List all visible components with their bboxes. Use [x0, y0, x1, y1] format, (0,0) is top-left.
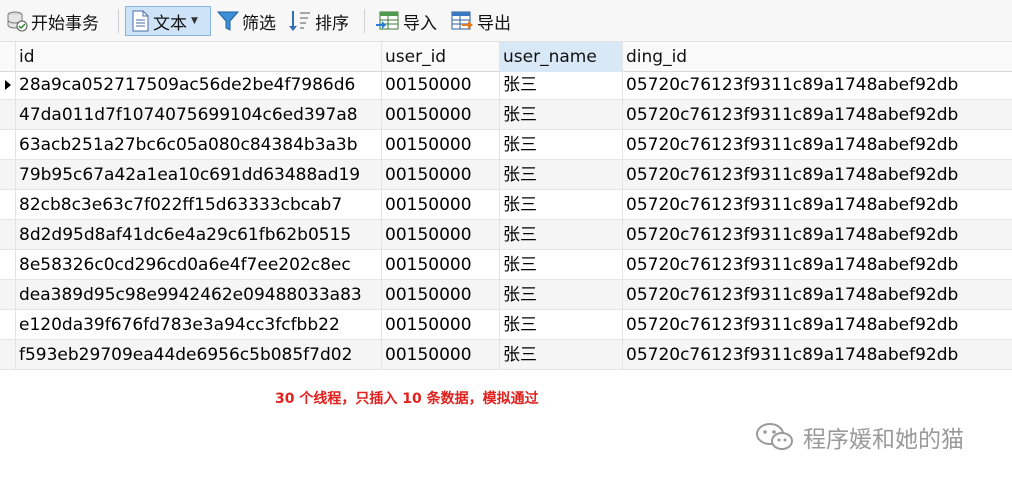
database-transaction-icon [7, 11, 28, 32]
filter-label: 筛选 [242, 13, 276, 34]
toolbar: 开始事务 文本 ▼ 筛选 排序 导入 导出 [0, 0, 1012, 42]
cell-ding-id[interactable]: 05720c76123f9311c89a1748abef92db [623, 190, 1012, 220]
export-button[interactable]: 导出 [446, 6, 515, 36]
chevron-down-icon[interactable]: ▼ [191, 16, 198, 26]
filter-funnel-icon [217, 11, 239, 31]
toolbar-divider [364, 9, 365, 33]
row-marker[interactable] [0, 70, 16, 100]
cell-user-id[interactable]: 00150000 [382, 70, 500, 100]
row-marker[interactable] [0, 340, 16, 370]
table-row[interactable]: 79b95c67a42a1ea10c691dd63488ad19 0015000… [0, 160, 1012, 190]
cell-id[interactable]: dea389d95c98e9942462e09488033a83 [16, 280, 382, 310]
begin-transaction-button[interactable]: 开始事务 [2, 6, 103, 36]
sort-label: 排序 [315, 13, 349, 34]
cell-id[interactable]: 63acb251a27bc6c05a080c84384b3a3b [16, 130, 382, 160]
filter-button[interactable]: 筛选 [213, 6, 280, 36]
cell-ding-id[interactable]: 05720c76123f9311c89a1748abef92db [623, 340, 1012, 370]
cell-user-name[interactable]: 张三 [500, 340, 623, 370]
text-view-button[interactable]: 文本 ▼ [125, 6, 211, 36]
cell-user-name[interactable]: 张三 [500, 190, 623, 220]
toolbar-divider [118, 9, 119, 33]
cell-id[interactable]: e120da39f676fd783e3a94cc3fcfbb22 [16, 310, 382, 340]
row-marker[interactable] [0, 130, 16, 160]
row-marker[interactable] [0, 160, 16, 190]
cell-user-name[interactable]: 张三 [500, 70, 623, 100]
cell-ding-id[interactable]: 05720c76123f9311c89a1748abef92db [623, 160, 1012, 190]
cell-user-name[interactable]: 张三 [500, 220, 623, 250]
text-view-icon [132, 10, 149, 32]
import-button[interactable]: 导入 [372, 6, 441, 36]
cell-user-name[interactable]: 张三 [500, 280, 623, 310]
row-marker[interactable] [0, 310, 16, 340]
cell-user-id[interactable]: 00150000 [382, 190, 500, 220]
current-row-pointer-icon [5, 80, 11, 90]
cell-user-name[interactable]: 张三 [500, 250, 623, 280]
row-marker[interactable] [0, 250, 16, 280]
cell-user-name[interactable]: 张三 [500, 100, 623, 130]
column-header-user-id[interactable]: user_id [382, 42, 500, 72]
row-marker[interactable] [0, 220, 16, 250]
cell-user-name[interactable]: 张三 [500, 160, 623, 190]
cell-id[interactable]: f593eb29709ea44de6956c5b085f7d02 [16, 340, 382, 370]
table-row[interactable]: 82cb8c3e63c7f022ff15d63333cbcab7 0015000… [0, 190, 1012, 220]
cell-user-name[interactable]: 张三 [500, 130, 623, 160]
column-header-user-name[interactable]: user_name [500, 42, 623, 72]
export-label: 导出 [477, 13, 511, 34]
cell-ding-id[interactable]: 05720c76123f9311c89a1748abef92db [623, 70, 1012, 100]
import-table-icon [376, 11, 399, 30]
cell-id[interactable]: 28a9ca052717509ac56de2be4f7986d6 [16, 70, 382, 100]
column-header-ding-id[interactable]: ding_id [623, 42, 1012, 72]
sort-button[interactable]: 排序 [284, 6, 353, 36]
column-header-id[interactable]: id [16, 42, 382, 72]
cell-user-id[interactable]: 00150000 [382, 130, 500, 160]
row-marker[interactable] [0, 280, 16, 310]
table-row[interactable]: e120da39f676fd783e3a94cc3fcfbb22 0015000… [0, 310, 1012, 340]
cell-id[interactable]: 8d2d95d8af41dc6e4a29c61fb62b0515 [16, 220, 382, 250]
table-header-row: id user_id user_name ding_id [0, 42, 1012, 72]
cell-ding-id[interactable]: 05720c76123f9311c89a1748abef92db [623, 280, 1012, 310]
table-row[interactable]: 8e58326c0cd296cd0a6e4f7ee202c8ec 0015000… [0, 250, 1012, 280]
table-row[interactable]: 28a9ca052717509ac56de2be4f7986d6 0015000… [0, 70, 1012, 100]
import-label: 导入 [403, 13, 437, 34]
cell-user-id[interactable]: 00150000 [382, 220, 500, 250]
cell-user-id[interactable]: 00150000 [382, 160, 500, 190]
watermark: 程序媛和她的猫 [755, 420, 964, 454]
table-row[interactable]: 47da011d7f1074075699104c6ed397a8 0015000… [0, 100, 1012, 130]
table-row[interactable]: dea389d95c98e9942462e09488033a83 0015000… [0, 280, 1012, 310]
table-row[interactable]: 63acb251a27bc6c05a080c84384b3a3b 0015000… [0, 130, 1012, 160]
cell-id[interactable]: 8e58326c0cd296cd0a6e4f7ee202c8ec [16, 250, 382, 280]
table-row[interactable]: f593eb29709ea44de6956c5b085f7d02 0015000… [0, 340, 1012, 370]
begin-transaction-label: 开始事务 [31, 13, 99, 34]
cell-user-id[interactable]: 00150000 [382, 280, 500, 310]
cell-ding-id[interactable]: 05720c76123f9311c89a1748abef92db [623, 310, 1012, 340]
cell-user-name[interactable]: 张三 [500, 310, 623, 340]
annotation-note: 30 个线程，只插入 10 条数据，模拟通过 [275, 391, 539, 407]
row-marker-header [0, 42, 16, 72]
cell-user-id[interactable]: 00150000 [382, 340, 500, 370]
cell-ding-id[interactable]: 05720c76123f9311c89a1748abef92db [623, 130, 1012, 160]
cell-user-id[interactable]: 00150000 [382, 310, 500, 340]
export-table-icon [451, 11, 473, 30]
cell-ding-id[interactable]: 05720c76123f9311c89a1748abef92db [623, 250, 1012, 280]
cell-id[interactable]: 47da011d7f1074075699104c6ed397a8 [16, 100, 382, 130]
cell-id[interactable]: 79b95c67a42a1ea10c691dd63488ad19 [16, 160, 382, 190]
sort-icon [289, 11, 310, 31]
wechat-icon [756, 423, 793, 450]
cell-id[interactable]: 82cb8c3e63c7f022ff15d63333cbcab7 [16, 190, 382, 220]
watermark-text: 程序媛和她的猫 [803, 427, 964, 453]
cell-ding-id[interactable]: 05720c76123f9311c89a1748abef92db [623, 100, 1012, 130]
table-row[interactable]: 8d2d95d8af41dc6e4a29c61fb62b0515 0015000… [0, 220, 1012, 250]
cell-user-id[interactable]: 00150000 [382, 250, 500, 280]
row-marker[interactable] [0, 190, 16, 220]
cell-ding-id[interactable]: 05720c76123f9311c89a1748abef92db [623, 220, 1012, 250]
row-marker[interactable] [0, 100, 16, 130]
cell-user-id[interactable]: 00150000 [382, 100, 500, 130]
text-view-label: 文本 [153, 13, 187, 34]
